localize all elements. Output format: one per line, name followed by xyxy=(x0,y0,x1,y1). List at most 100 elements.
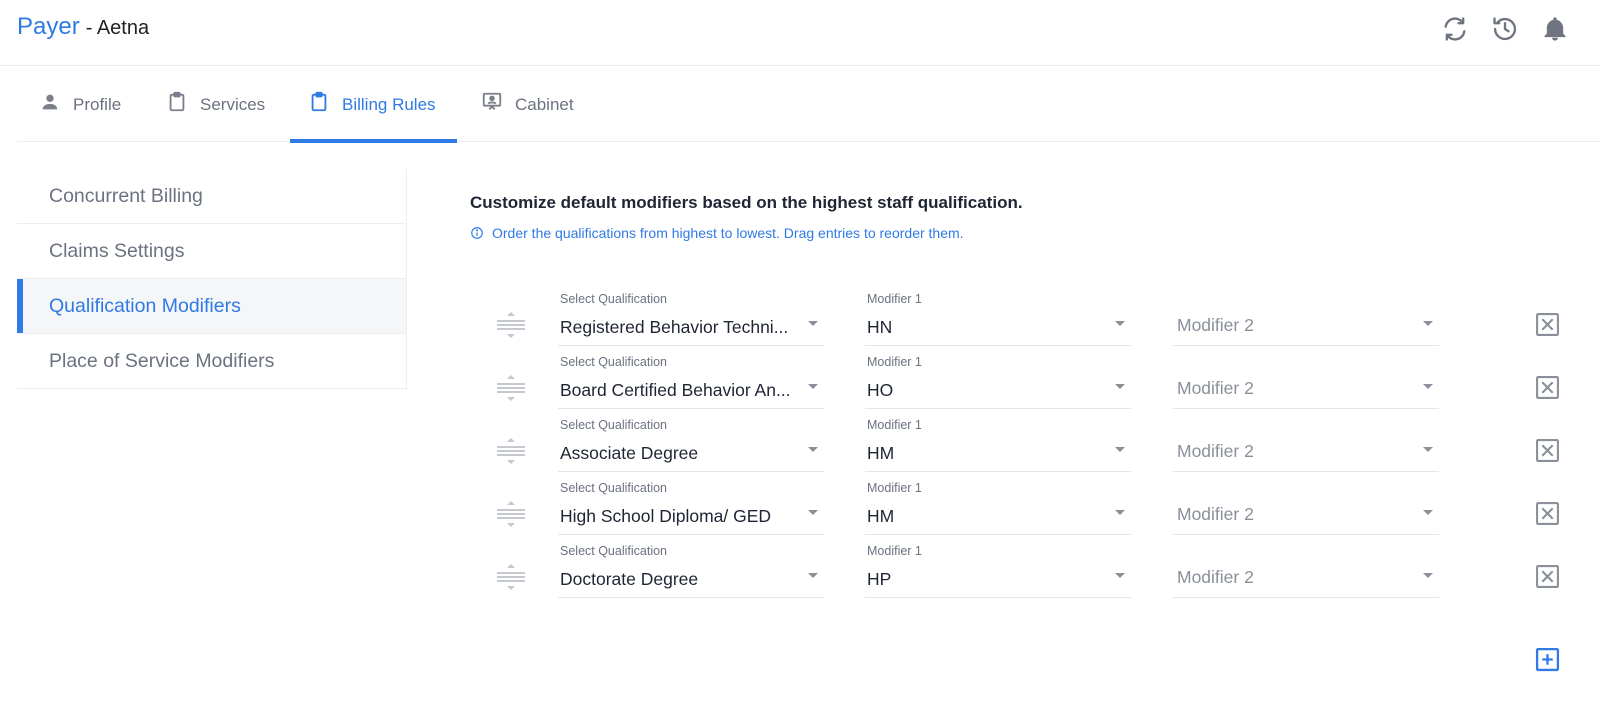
sync-icon[interactable] xyxy=(1440,14,1470,44)
sidebar-item-place-of-service-modifiers[interactable]: Place of Service Modifiers xyxy=(17,334,406,389)
tab-label: Cabinet xyxy=(515,94,574,114)
qualification-row: Select Qualification Doctorate Degree Mo… xyxy=(470,544,1590,604)
field-value: HO xyxy=(867,380,894,400)
remove-row-icon[interactable] xyxy=(1535,375,1560,400)
qualification-select[interactable]: Select Qualification Doctorate Degree xyxy=(558,544,824,598)
bell-icon[interactable] xyxy=(1540,14,1570,44)
field-value: Associate Degree xyxy=(560,443,699,463)
clipboard-icon xyxy=(169,91,185,111)
billing-rules-sidebar: Concurrent Billing Claims Settings Quali… xyxy=(17,169,407,389)
qualification-select[interactable]: Select Qualification High School Diploma… xyxy=(558,481,824,535)
drag-handle-icon[interactable] xyxy=(495,499,527,529)
field-label: Modifier 1 xyxy=(867,292,922,306)
qualification-row: Select Qualification Associate Degree Mo… xyxy=(470,418,1590,478)
history-icon[interactable] xyxy=(1490,14,1520,44)
field-value: HM xyxy=(867,443,895,463)
tab-label: Profile xyxy=(73,94,122,114)
modifier2-select[interactable]: Modifier 2 xyxy=(1173,481,1439,535)
page-title: Payer - Aetna xyxy=(17,13,149,41)
sidebar-item-claims-settings[interactable]: Claims Settings xyxy=(17,224,406,279)
chevron-down-icon xyxy=(808,447,818,452)
field-value: High School Diploma/ GED xyxy=(560,506,772,526)
modifier1-select[interactable]: Modifier 1 HP xyxy=(865,544,1131,598)
info-note-text: Order the qualifications from highest to… xyxy=(492,225,964,241)
clipboard-icon xyxy=(311,91,327,111)
chevron-down-icon xyxy=(1423,384,1433,389)
field-value: Doctorate Degree xyxy=(560,569,699,589)
field-placeholder: Modifier 2 xyxy=(1177,567,1254,587)
modifier1-select[interactable]: Modifier 1 HN xyxy=(865,292,1131,346)
header-actions xyxy=(1440,14,1600,44)
field-label: Modifier 1 xyxy=(867,355,922,369)
qualification-row: Select Qualification Board Certified Beh… xyxy=(470,355,1590,415)
field-placeholder: Modifier 2 xyxy=(1177,315,1254,335)
qualification-row: Select Qualification Registered Behavior… xyxy=(470,292,1590,352)
field-value: HP xyxy=(867,569,892,589)
tab-services[interactable]: Services xyxy=(166,67,286,142)
qualification-row: Select Qualification High School Diploma… xyxy=(470,481,1590,541)
chevron-down-icon xyxy=(1423,321,1433,326)
chevron-down-icon xyxy=(1115,447,1125,452)
drag-handle-icon[interactable] xyxy=(495,436,527,466)
tab-cabinet[interactable]: Cabinet xyxy=(481,67,601,142)
modifier2-select[interactable]: Modifier 2 xyxy=(1173,292,1439,346)
info-icon xyxy=(471,227,483,239)
field-label: Select Qualification xyxy=(560,292,668,306)
sidebar-item-concurrent-billing[interactable]: Concurrent Billing xyxy=(17,169,406,224)
sidebar-item-qualification-modifiers[interactable]: Qualification Modifiers xyxy=(17,279,406,334)
field-value: HN xyxy=(867,317,893,337)
tab-billing-rules[interactable]: Billing Rules xyxy=(290,67,457,143)
field-label: Modifier 1 xyxy=(867,544,922,558)
presentation-icon xyxy=(482,92,502,110)
chevron-down-icon xyxy=(808,384,818,389)
section-heading: Customize default modifiers based on the… xyxy=(470,193,1023,212)
app-header: Payer - Aetna xyxy=(0,0,1600,66)
drag-handle-icon[interactable] xyxy=(495,373,527,403)
field-placeholder: Modifier 2 xyxy=(1177,378,1254,398)
remove-row-icon[interactable] xyxy=(1535,438,1560,463)
chevron-down-icon xyxy=(1423,510,1433,515)
field-placeholder: Modifier 2 xyxy=(1177,504,1254,524)
modifier1-select[interactable]: Modifier 1 HO xyxy=(865,355,1131,409)
sidebar-item-label: Concurrent Billing xyxy=(49,184,203,207)
field-value: Board Certified Behavior An... xyxy=(560,380,791,400)
drag-handle-icon[interactable] xyxy=(495,310,527,340)
info-note: Order the qualifications from highest to… xyxy=(470,225,964,241)
modifier1-select[interactable]: Modifier 1 HM xyxy=(865,481,1131,535)
chevron-down-icon xyxy=(808,510,818,515)
chevron-down-icon xyxy=(1115,573,1125,578)
remove-row-icon[interactable] xyxy=(1535,501,1560,526)
field-label: Select Qualification xyxy=(560,481,668,495)
field-value: Registered Behavior Techni... xyxy=(560,317,789,337)
tab-profile[interactable]: Profile xyxy=(39,67,149,142)
remove-row-icon[interactable] xyxy=(1535,564,1560,589)
person-icon xyxy=(42,94,58,109)
field-value: HM xyxy=(867,506,895,526)
field-label: Modifier 1 xyxy=(867,418,922,432)
qualification-select[interactable]: Select Qualification Board Certified Beh… xyxy=(558,355,824,409)
drag-handle-icon[interactable] xyxy=(495,562,527,592)
chevron-down-icon xyxy=(1115,321,1125,326)
qualification-select[interactable]: Select Qualification Associate Degree xyxy=(558,418,824,472)
modifier2-select[interactable]: Modifier 2 xyxy=(1173,418,1439,472)
tab-label: Services xyxy=(200,94,266,114)
qualification-select[interactable]: Select Qualification Registered Behavior… xyxy=(558,292,824,346)
add-row-icon[interactable] xyxy=(1535,647,1560,672)
tab-label: Billing Rules xyxy=(342,94,436,114)
chevron-down-icon xyxy=(1423,447,1433,452)
sidebar-item-label: Qualification Modifiers xyxy=(49,294,241,317)
modifier1-select[interactable]: Modifier 1 HM xyxy=(865,418,1131,472)
chevron-down-icon xyxy=(1115,384,1125,389)
field-label: Select Qualification xyxy=(560,355,668,369)
field-placeholder: Modifier 2 xyxy=(1177,441,1254,461)
sidebar-item-label: Claims Settings xyxy=(49,239,185,262)
field-label: Select Qualification xyxy=(560,544,668,558)
tab-bar: Profile Services Billing Rules Cabinet xyxy=(17,67,1600,143)
remove-row-icon[interactable] xyxy=(1535,312,1560,337)
chevron-down-icon xyxy=(808,573,818,578)
payer-name: - Aetna xyxy=(85,17,150,39)
chevron-down-icon xyxy=(808,321,818,326)
modifier2-select[interactable]: Modifier 2 xyxy=(1173,355,1439,409)
modifier2-select[interactable]: Modifier 2 xyxy=(1173,544,1439,598)
chevron-down-icon xyxy=(1423,573,1433,578)
